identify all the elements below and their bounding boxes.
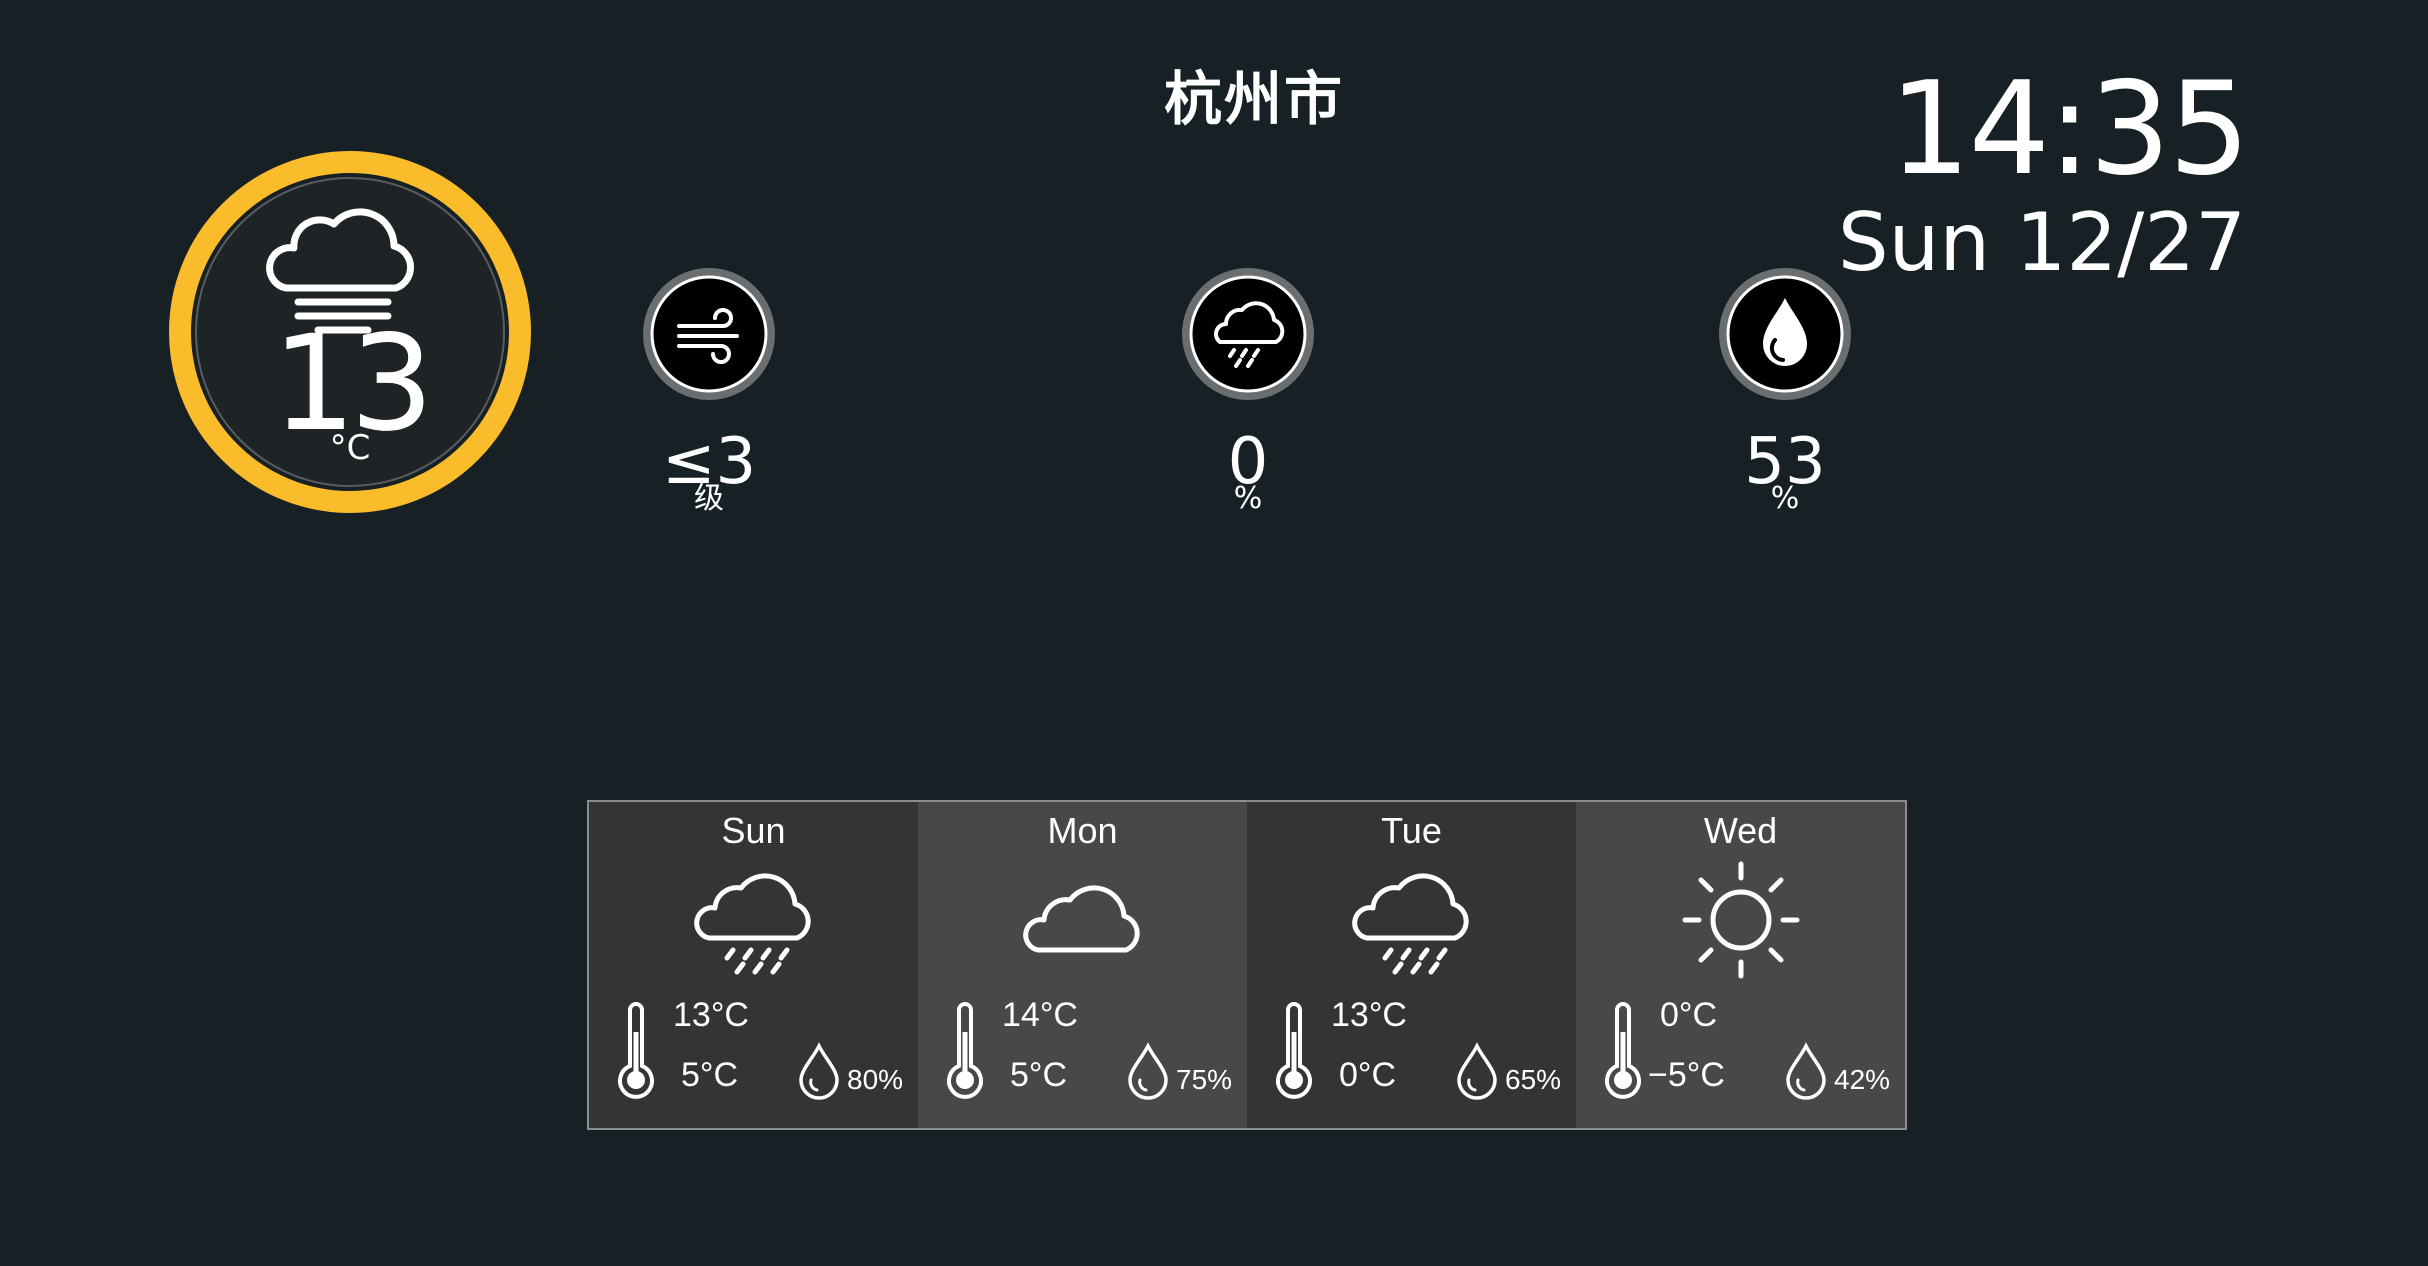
thermometer-icon: [947, 1002, 983, 1099]
clock-date: Sun 12/27: [1837, 196, 2246, 289]
thermometer-icon: [1276, 1002, 1312, 1099]
forecast-day: Sun 13°C 5°C 80%: [589, 802, 918, 1128]
thermometer-icon: [1605, 1002, 1641, 1099]
forecast-high-temp: 13°C: [673, 996, 749, 1034]
forecast-humidity: 75%: [1176, 1064, 1233, 1095]
thermometer-icon: [618, 1002, 654, 1099]
wind-unit: 级: [694, 481, 724, 516]
cloud-rain-icon: [1182, 268, 1314, 400]
forecast-humidity: 80%: [847, 1064, 904, 1095]
forecast-low-temp: 0°C: [1339, 1056, 1397, 1094]
forecast-humidity: 65%: [1505, 1064, 1562, 1095]
humidity-drop-icon: [1457, 1042, 1497, 1100]
cloud-icon: [1023, 885, 1140, 953]
clock-time: 14:35: [1889, 55, 2250, 204]
forecast-day-name: Mon: [1047, 810, 1118, 851]
humidity-drop-icon: [1786, 1042, 1826, 1100]
humidity-drop-icon: [1719, 268, 1851, 400]
forecast-high-temp: 0°C: [1660, 996, 1718, 1034]
wind-icon: [643, 268, 775, 400]
forecast-day-name: Sun: [721, 810, 786, 851]
cloud-rain-icon: [1352, 873, 1469, 975]
current-temperature-unit: °C: [329, 428, 371, 468]
forecast-low-temp: −5°C: [1648, 1056, 1725, 1094]
humidity-unit: %: [1770, 481, 1800, 516]
forecast-low-temp: 5°C: [681, 1056, 739, 1094]
forecast-day: Mon 14°C 5°C 75%: [918, 802, 1247, 1128]
forecast-day-name: Tue: [1381, 810, 1442, 851]
forecast-panel: Sun 13°C 5°C 80% Mon 14°C 5°C 75% Tue 13…: [587, 800, 1907, 1130]
humidity-drop-icon: [799, 1042, 839, 1100]
forecast-humidity: 42%: [1834, 1064, 1891, 1095]
forecast-high-temp: 14°C: [1002, 996, 1078, 1034]
forecast-day: Wed 0°C −5°C 42%: [1576, 802, 1905, 1128]
forecast-day: Tue 13°C 0°C 65%: [1247, 802, 1576, 1128]
sun-icon: [1682, 861, 1800, 979]
precipitation-unit: %: [1233, 481, 1263, 516]
forecast-day-name: Wed: [1703, 810, 1778, 851]
city-name: 杭州市: [1163, 65, 1344, 133]
humidity-drop-icon: [1128, 1042, 1168, 1100]
forecast-low-temp: 5°C: [1010, 1056, 1068, 1094]
forecast-high-temp: 13°C: [1331, 996, 1407, 1034]
cloud-rain-icon: [694, 873, 811, 975]
